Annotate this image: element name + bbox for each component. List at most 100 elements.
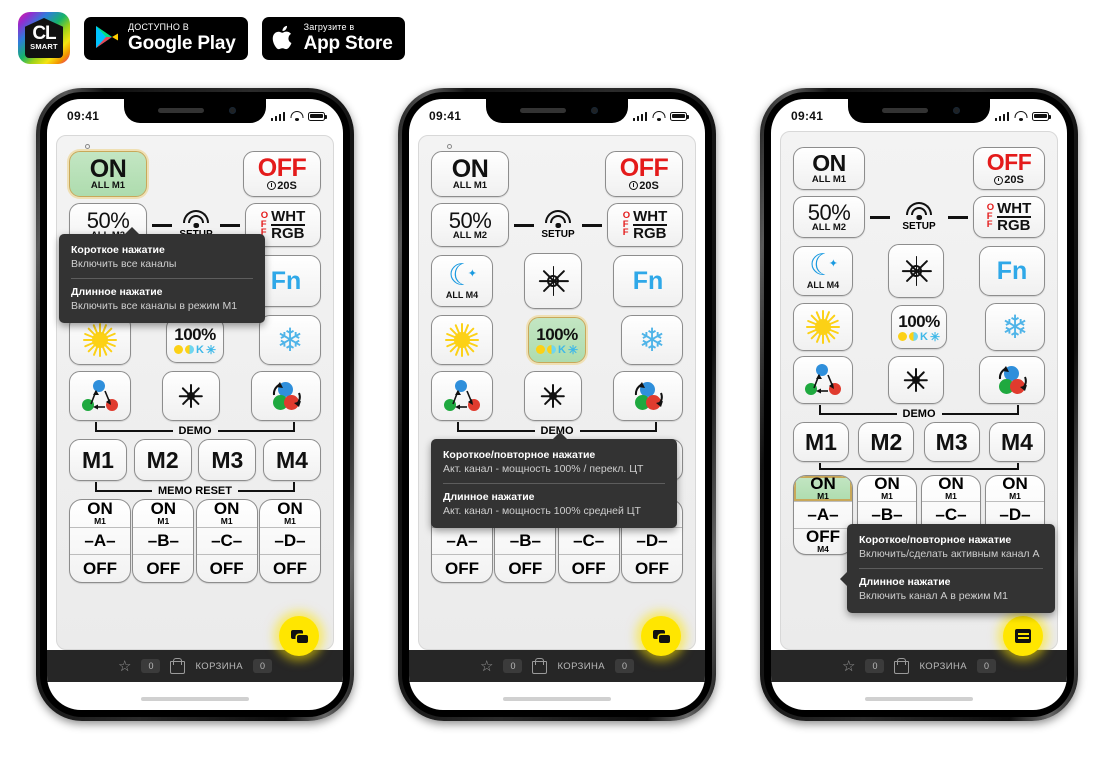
btn-memory-m3[interactable]: M3 xyxy=(198,439,257,481)
ir-led-indicator xyxy=(447,144,452,149)
home-indicator[interactable] xyxy=(141,697,249,701)
basket-label[interactable]: КОРЗИНА xyxy=(557,661,605,672)
btn-night-all-m4[interactable]: ☾✦ ALL M4 xyxy=(431,255,493,307)
btn-memory-m2[interactable]: M2 xyxy=(858,422,915,462)
btn-wht-rgb[interactable]: OFF WHT RGB xyxy=(607,203,683,247)
basket-icon[interactable] xyxy=(894,658,910,674)
channel-d-on[interactable]: ONM1 xyxy=(260,500,320,527)
btn-night-all-m4[interactable]: ☾✦ ALL M4 xyxy=(793,246,853,296)
channel-b-off[interactable]: OFF xyxy=(133,554,194,582)
btn-cool-white[interactable]: ❄ xyxy=(621,315,683,365)
btn-rgb-fade[interactable] xyxy=(251,371,321,421)
btn-rgb-jump[interactable] xyxy=(793,356,853,404)
rgb-fade-icon xyxy=(628,381,668,411)
fab-chat-button-1[interactable] xyxy=(279,616,319,656)
btn-off-20s[interactable]: OFF 20S xyxy=(605,151,683,197)
star-icon[interactable]: ☆ xyxy=(480,657,493,675)
store-badges: CL SMART ДОСТУПНО В Google Play Загрузит… xyxy=(18,12,405,64)
demo-label: DEMO xyxy=(172,424,218,437)
fab-list-button-3[interactable] xyxy=(1003,616,1043,656)
tooltip-phone1: Короткое нажатие Включить все каналы Дли… xyxy=(59,227,265,323)
channel-strip-c[interactable]: ONM1 –C– OFF xyxy=(195,499,258,583)
btn-on-all-m1[interactable]: ON ALL M1 xyxy=(793,147,865,190)
btn-on-all-m1[interactable]: ON ALL M1 xyxy=(431,151,509,197)
basket-icon[interactable] xyxy=(170,658,186,674)
btn-memory-m4[interactable]: M4 xyxy=(988,422,1045,462)
btn-cool-white[interactable]: ❄ xyxy=(259,315,321,365)
btn-off-sub: 20S xyxy=(277,179,297,192)
chat-icon xyxy=(652,629,670,643)
btn-memory-m1[interactable]: M1 xyxy=(793,422,849,462)
btn-brightness-down[interactable] xyxy=(524,371,582,421)
btn-brightness-down[interactable] xyxy=(162,371,220,421)
channel-strip-a[interactable]: ONM1 –A– OFF xyxy=(69,499,131,583)
rgb-jump-icon xyxy=(81,380,119,412)
channel-b-on[interactable]: ONM1 xyxy=(858,476,916,501)
app-store-badge[interactable]: Загрузите в App Store xyxy=(261,16,405,60)
star-icon[interactable]: ☆ xyxy=(842,657,855,675)
channel-a-off[interactable]: OFF xyxy=(70,554,130,582)
channel-a-off[interactable]: OFF M4 xyxy=(794,527,852,554)
btn-on-all-m1[interactable]: ON ALL M1 xyxy=(69,151,147,197)
btn-rgb-fade[interactable] xyxy=(613,371,683,421)
channel-d-off[interactable]: OFF xyxy=(621,554,682,582)
wifi-setup-icon xyxy=(183,210,209,228)
basket-label[interactable]: КОРЗИНА xyxy=(195,661,243,672)
fab-chat-button-2[interactable] xyxy=(641,616,681,656)
btn-rgb-jump[interactable] xyxy=(69,371,131,421)
btn-wht-rgb[interactable]: OFF WHT RGB xyxy=(973,196,1045,238)
btn-fn[interactable]: Fn xyxy=(613,255,683,307)
channel-b-off[interactable]: OFF xyxy=(495,554,556,582)
btn-memory-m4[interactable]: M4 xyxy=(262,439,321,481)
btn-memory-m1[interactable]: M1 xyxy=(69,439,127,481)
btn-100-percent[interactable]: 100% K ✳ xyxy=(891,305,947,349)
app-store-small: Загрузите в xyxy=(303,22,355,32)
home-indicator[interactable] xyxy=(503,697,611,701)
basket-icon[interactable] xyxy=(532,658,548,674)
btn-cool-white[interactable]: ❄ xyxy=(985,303,1045,351)
tooltip-short-title: Короткое нажатие xyxy=(71,244,165,256)
btn-warm-white[interactable] xyxy=(793,303,853,351)
phone-screen: 09:41 ON ALL M1 OFF 20S xyxy=(47,99,343,710)
channel-strip-b[interactable]: ONM1 –B– OFF xyxy=(132,499,195,583)
btn-memory-m2[interactable]: M2 xyxy=(133,439,192,481)
btn-50-all-m2[interactable]: 50% ALL M2 xyxy=(793,196,865,238)
channel-c-on[interactable]: ONM1 xyxy=(922,476,980,501)
google-play-badge[interactable]: ДОСТУПНО В Google Play xyxy=(84,16,248,60)
btn-100-percent[interactable]: 100% K ✳ xyxy=(166,317,224,363)
channel-strip-a[interactable]: ON M1 –A– OFF M4 xyxy=(793,475,853,555)
star-icon[interactable]: ☆ xyxy=(118,657,131,675)
channel-d-on[interactable]: ONM1 xyxy=(986,476,1044,501)
channel-c-off[interactable]: OFF xyxy=(558,554,619,582)
btn-fn-label: Fn xyxy=(270,266,302,295)
home-indicator[interactable] xyxy=(865,697,973,701)
channel-a-off[interactable]: OFF xyxy=(432,554,492,582)
btn-100-percent[interactable]: 100% K ✳ xyxy=(528,317,586,363)
channel-a-on[interactable]: ONM1 xyxy=(794,476,852,502)
demo-bracket: DEMO xyxy=(69,422,321,439)
status-time: 09:41 xyxy=(791,109,824,123)
btn-50-all-m2[interactable]: 50% ALL M2 xyxy=(431,203,509,247)
btn-rgb-jump[interactable] xyxy=(431,371,493,421)
channel-strip-d[interactable]: ONM1 –D– OFF xyxy=(258,499,321,583)
channel-a-on[interactable]: ONM1 xyxy=(70,500,130,527)
channel-b-on[interactable]: ONM1 xyxy=(133,500,193,527)
btn-setup[interactable]: SETUP xyxy=(539,210,577,240)
channel-c-off[interactable]: OFF xyxy=(196,554,257,582)
btn-rgb-fade[interactable] xyxy=(979,356,1045,404)
btn-brightness-up[interactable] xyxy=(524,253,582,309)
btn-fn[interactable]: Fn xyxy=(979,246,1045,296)
btn-off-20s[interactable]: OFF 20S xyxy=(243,151,321,197)
phone-mockup-1: 09:41 ON ALL M1 OFF 20S 50% O F F WHT RG… xyxy=(36,88,354,721)
btn-brightness-down[interactable] xyxy=(888,356,944,404)
basket-label[interactable]: КОРЗИНА xyxy=(919,661,967,672)
sun-outline-icon xyxy=(538,266,569,296)
btn-brightness-up[interactable] xyxy=(888,244,944,298)
btn-warm-white[interactable] xyxy=(431,315,493,365)
btn-off-20s[interactable]: OFF 20S xyxy=(973,147,1045,190)
channel-c-on[interactable]: ONM1 xyxy=(197,500,257,527)
btn-memory-m3[interactable]: M3 xyxy=(923,422,980,462)
btn-setup[interactable]: SETUP xyxy=(895,202,943,232)
channel-d-off[interactable]: OFF xyxy=(259,554,320,582)
moon-icon: ☾✦ xyxy=(448,258,477,292)
